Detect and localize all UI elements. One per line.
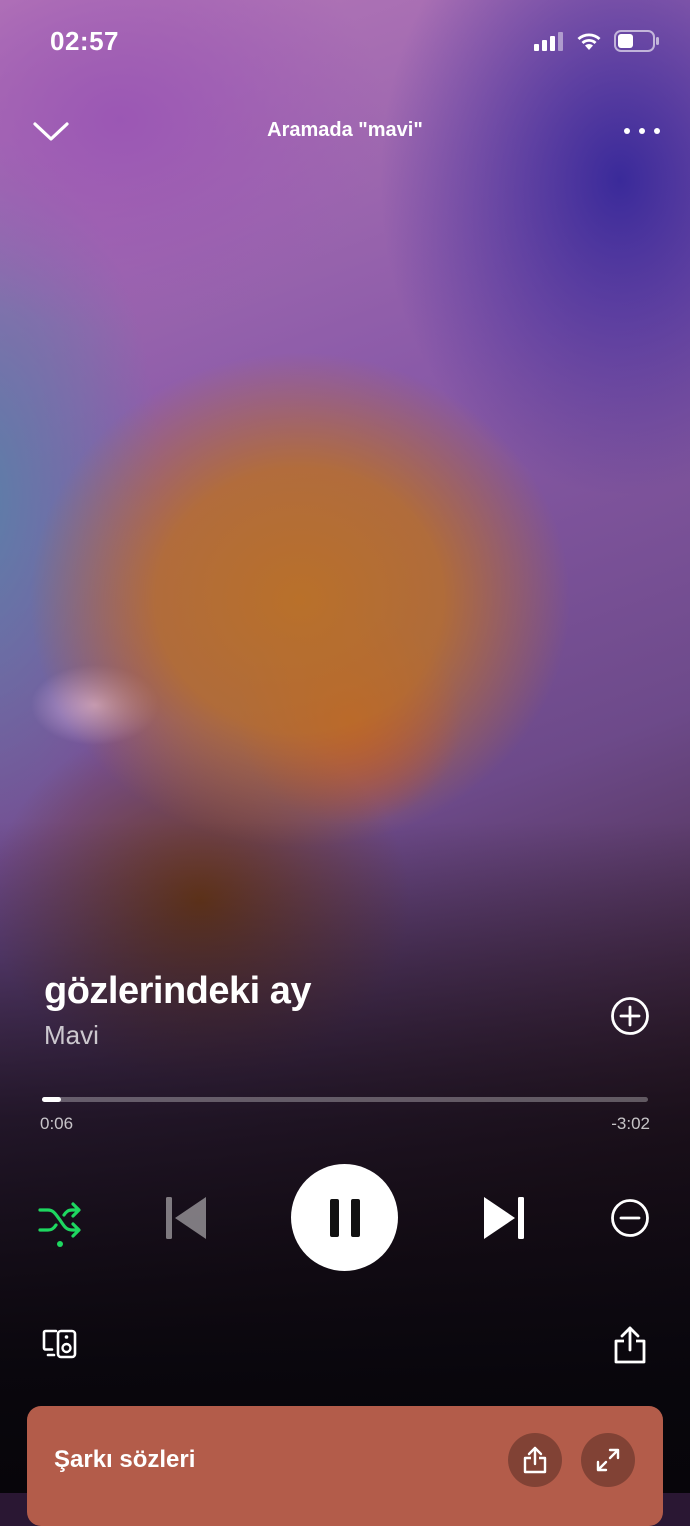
shuffle-button[interactable]: [36, 1196, 84, 1252]
lyrics-expand-button[interactable]: [581, 1433, 635, 1487]
pause-icon: [329, 1198, 360, 1237]
previous-track-button[interactable]: [160, 1192, 212, 1244]
progress-bar[interactable]: [42, 1097, 648, 1102]
expand-icon: [596, 1448, 620, 1472]
share-icon[interactable]: [612, 1325, 648, 1365]
playing-context-title: Aramada "mavi": [267, 119, 423, 141]
previous-icon: [166, 1197, 206, 1239]
lyrics-card[interactable]: Şarkı sözleri: [27, 1406, 663, 1526]
status-bar: 02:57: [0, 0, 690, 84]
add-to-library-icon[interactable]: [610, 996, 650, 1036]
status-time: 02:57: [50, 26, 119, 56]
track-title[interactable]: gözlerindeki ay: [44, 970, 312, 1013]
lyrics-share-button[interactable]: [508, 1433, 562, 1487]
battery-icon: [614, 30, 659, 52]
next-icon: [484, 1197, 524, 1239]
shuffle-icon: [38, 1202, 81, 1247]
remaining-time: -3:02: [611, 1114, 650, 1133]
next-track-button[interactable]: [478, 1192, 530, 1244]
hide-song-button[interactable]: [608, 1196, 652, 1240]
hide-song-icon: [611, 1199, 649, 1237]
track-artist[interactable]: Mavi: [44, 1020, 99, 1051]
cellular-signal-icon: [534, 32, 563, 51]
player-header: Aramada "mavi": [0, 100, 690, 162]
play-pause-button[interactable]: [291, 1164, 398, 1271]
progress-fill: [42, 1097, 62, 1102]
wifi-icon: [577, 33, 601, 50]
share-icon: [523, 1446, 547, 1474]
lyrics-label: Şarkı sözleri: [54, 1446, 196, 1473]
more-options-icon[interactable]: [622, 122, 662, 140]
elapsed-time: 0:06: [40, 1114, 74, 1133]
connect-devices-icon[interactable]: [42, 1326, 78, 1362]
